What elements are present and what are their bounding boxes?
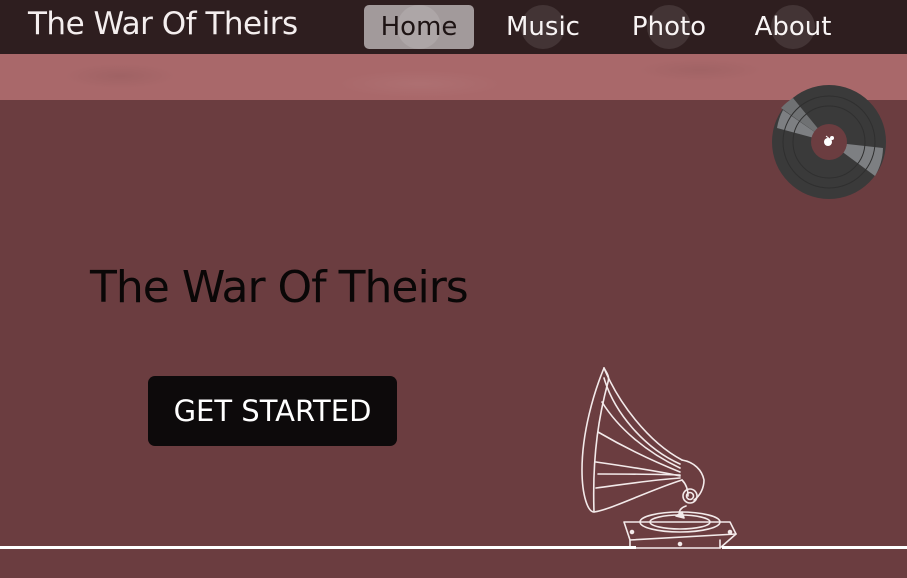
nav-link-label: Music (506, 12, 580, 42)
nav-link-home[interactable]: Home (364, 5, 474, 49)
get-started-button[interactable]: GET STARTED (148, 376, 397, 446)
hero-title: The War Of Theirs (90, 262, 469, 313)
gramophone-illustration (581, 367, 737, 549)
nav-link-label: Photo (631, 12, 707, 42)
ground-line-right (722, 546, 907, 549)
nav-link-about[interactable]: About (744, 5, 842, 49)
ground-line-left (0, 546, 636, 549)
vinyl-record-icon[interactable] (771, 84, 887, 200)
navbar: The War Of Theirs Home Music Photo About (0, 0, 907, 54)
nav-link-label: About (754, 12, 832, 42)
nav-link-label: Home (380, 12, 458, 42)
nav-link-photo[interactable]: Photo (620, 5, 718, 49)
brand-title[interactable]: The War Of Theirs (28, 6, 298, 42)
nav-link-music[interactable]: Music (494, 5, 592, 49)
